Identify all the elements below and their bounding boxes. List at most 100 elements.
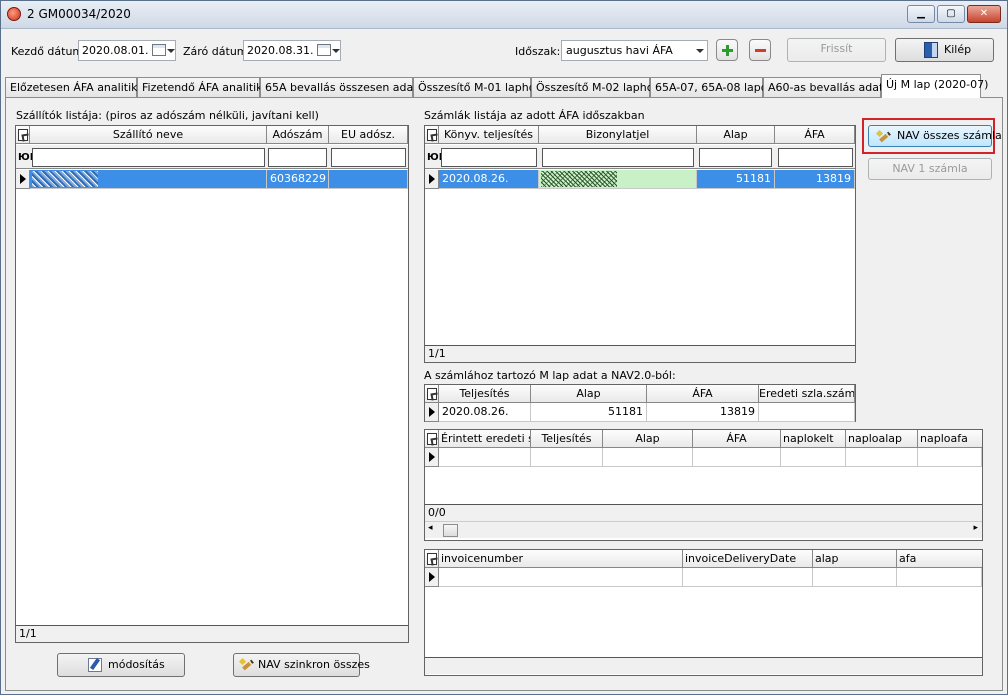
modify-button[interactable]: módosítás [57, 653, 185, 677]
filter-eu-tax[interactable] [331, 148, 406, 167]
tax-number-cell: 60368229 [267, 170, 329, 189]
col-base[interactable]: Alap [531, 385, 647, 403]
col-original-invoice[interactable]: Eredeti szla.szám [759, 385, 855, 403]
col-vat[interactable]: ÁFA [775, 126, 855, 144]
col-invoice-delivery-date[interactable]: invoiceDeliveryDate [683, 550, 813, 568]
delivery-date-cell: 2020.08.26. [439, 403, 531, 422]
filter-supplier-name[interactable] [32, 148, 265, 167]
col-doc-id[interactable]: Bizonylatjel [539, 126, 697, 144]
table-row[interactable]: 60368229 [16, 170, 408, 189]
nav-sync-all-button[interactable]: NAV szinkron összes [233, 653, 370, 677]
scroll-left-icon[interactable]: ◂ [428, 523, 433, 533]
grid-settings-icon[interactable] [425, 430, 439, 448]
period-label: Időszak: [515, 45, 561, 58]
add-button[interactable] [716, 39, 738, 61]
invoices-caption: Számlák listája az adott ÁFA időszakban [424, 109, 645, 122]
vat-cell: 13819 [647, 403, 759, 422]
end-date-input[interactable]: 2020.08.31. [243, 40, 341, 61]
col-naploalap[interactable]: naploalap [846, 430, 918, 448]
col-tax-number[interactable]: Adószám [267, 126, 329, 144]
calendar-icon[interactable] [152, 44, 166, 56]
chevron-down-icon[interactable] [696, 49, 704, 53]
filter-row: ЮЮ [16, 145, 408, 169]
tab-65a-osszesen[interactable]: 65A bevallás összesen adatai [260, 77, 427, 97]
table-row[interactable] [425, 448, 982, 467]
record-counter: 0/0 [425, 504, 982, 521]
tab-65a07-08[interactable]: 65A-07, 65A-08 lapok [650, 77, 774, 97]
table-row[interactable]: 2020.08.26. 51181 13819 [425, 170, 855, 189]
filter-doc-id[interactable] [542, 148, 694, 167]
grid-settings-icon[interactable] [425, 550, 439, 568]
table-row[interactable]: 2020.08.26. 51181 13819 [425, 403, 855, 422]
tab-elozetes-afa[interactable]: Előzetesen ÁFA analitika [5, 77, 144, 97]
main-window: 2 GM00034/2020 ▁ ▢ ✕ Kezdő dátum: 2020.0… [0, 0, 1008, 695]
nav-invoices-grid[interactable]: invoicenumber invoiceDeliveryDate alap a… [424, 549, 983, 676]
col-naploafa[interactable]: naploafa [918, 430, 982, 448]
invoices-grid[interactable]: Könyv. teljesítés Bizonylatjel Alap ÁFA … [424, 125, 856, 363]
period-value: augusztus havi ÁFA [566, 44, 673, 57]
col-delivery-date[interactable]: Teljesítés [531, 430, 603, 448]
delivery-date-cell [531, 448, 603, 467]
col-affected-original[interactable]: Érintett eredeti s... [439, 430, 531, 448]
remove-button[interactable] [749, 39, 771, 61]
modify-label: módosítás [108, 658, 165, 671]
grid-header: Könyv. teljesítés Bizonylatjel Alap ÁFA [425, 126, 855, 144]
filter-row: ЮЮ [425, 145, 855, 169]
col-naplokelt[interactable]: naplokelt [781, 430, 846, 448]
calendar-icon[interactable] [317, 44, 331, 56]
nav-one-invoice-button[interactable]: NAV 1 számla [868, 158, 992, 180]
grid-header: Teljesítés Alap ÁFA Eredeti szla.szám [425, 385, 855, 403]
grid-header: Szállító neve Adószám EU adósz. [16, 126, 408, 144]
grid-header: invoicenumber invoiceDeliveryDate alap a… [425, 550, 982, 568]
col-afa[interactable]: afa [897, 550, 982, 568]
horizontal-scrollbar[interactable]: ◂ ▸ [425, 521, 982, 538]
col-eu-tax[interactable]: EU adósz. [329, 126, 408, 144]
col-invoicenumber[interactable]: invoicenumber [439, 550, 683, 568]
row-indicator [425, 568, 439, 587]
exit-button[interactable]: Kilép [895, 38, 994, 62]
tab-a60[interactable]: A60-as bevallás adatai [763, 77, 893, 97]
filter-book-date[interactable] [441, 148, 537, 167]
naplokelt-cell [781, 448, 846, 467]
supplier-name-cell [30, 170, 267, 189]
col-vat[interactable]: ÁFA [647, 385, 759, 403]
grid-settings-icon[interactable] [425, 126, 439, 144]
record-counter [425, 657, 982, 674]
affected-invoices-grid[interactable]: Érintett eredeti s... Teljesítés Alap ÁF… [424, 429, 983, 541]
col-supplier-name[interactable]: Szállító neve [30, 126, 267, 144]
tab-fizetendo-afa[interactable]: Fizetendő ÁFA analitika [137, 77, 269, 97]
start-date-label: Kezdő dátum: [11, 45, 87, 58]
record-counter: 1/1 [16, 625, 408, 642]
scroll-thumb[interactable] [443, 524, 458, 537]
col-alap[interactable]: alap [813, 550, 897, 568]
tab-m02[interactable]: Összesítő M-02 laphoz [531, 77, 659, 97]
scroll-right-icon[interactable]: ▸ [973, 523, 978, 533]
filter-vat[interactable] [778, 148, 853, 167]
chevron-down-icon[interactable] [332, 49, 340, 53]
tab-uj-m-lap[interactable]: Új M lap (2020-07) [881, 74, 988, 98]
edit-icon [88, 658, 102, 672]
filter-base[interactable] [699, 148, 772, 167]
maximize-button[interactable]: ▢ [937, 5, 965, 23]
invoice-delivery-date-cell [683, 568, 813, 587]
col-base[interactable]: Alap [697, 126, 775, 144]
col-base[interactable]: Alap [603, 430, 693, 448]
period-select[interactable]: augusztus havi ÁFA [561, 40, 708, 61]
table-row[interactable] [425, 568, 982, 587]
col-book-date[interactable]: Könyv. teljesítés [439, 126, 539, 144]
chevron-down-icon[interactable] [167, 49, 175, 53]
start-date-input[interactable]: 2020.08.01. [78, 40, 176, 61]
mpage-grid[interactable]: Teljesítés Alap ÁFA Eredeti szla.szám 20… [424, 384, 856, 422]
col-delivery-date[interactable]: Teljesítés [439, 385, 531, 403]
grid-settings-icon[interactable] [16, 126, 30, 144]
filter-tax-number[interactable] [268, 148, 327, 167]
col-vat[interactable]: ÁFA [693, 430, 781, 448]
close-button[interactable]: ✕ [967, 5, 1001, 23]
suppliers-grid[interactable]: Szállító neve Adószám EU adósz. ЮЮ 60368… [15, 125, 409, 643]
minimize-button[interactable]: ▁ [907, 5, 935, 23]
grid-settings-icon[interactable] [425, 385, 439, 403]
tab-m01[interactable]: Összesítő M-01 laphoz [413, 77, 541, 97]
refresh-button[interactable]: Frissít [787, 38, 886, 62]
nav-all-invoices-button[interactable]: NAV összes számla [868, 125, 1002, 147]
row-indicator-icon [425, 448, 439, 467]
